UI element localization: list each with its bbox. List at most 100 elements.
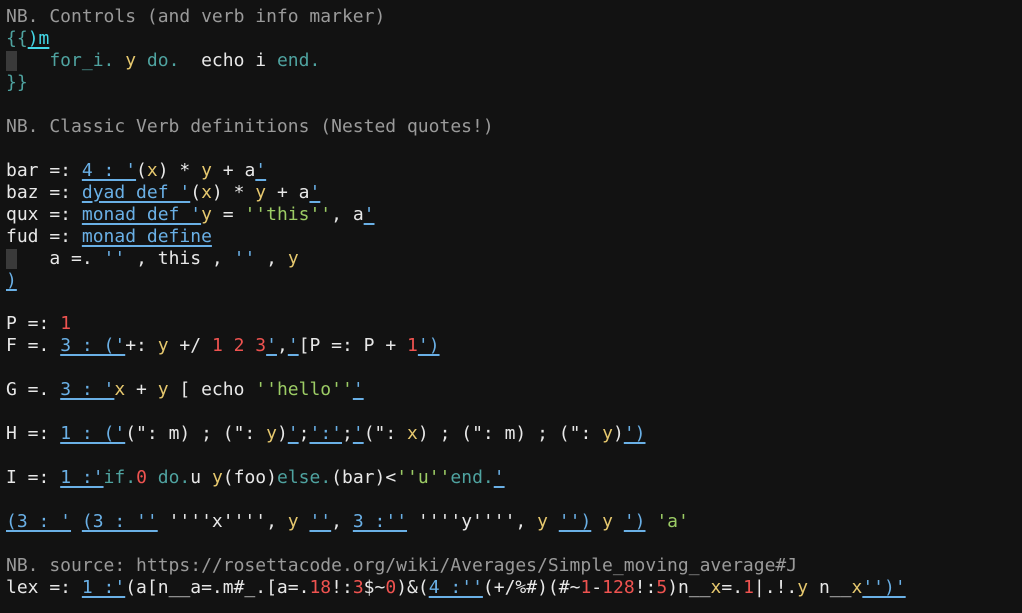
code-token: a =. [6,248,104,269]
code-token: $~ [363,577,386,598]
code-token: ''hello'' [255,379,353,400]
code-token: ( [136,160,147,181]
code-token: [ echo [168,379,256,400]
code-token: ) ; (": m) ; (": [417,423,603,444]
code-token: + [125,379,158,400]
code-token: + a [211,160,256,181]
code-token: ' [352,423,364,444]
code-token: fud =: [6,226,82,247]
code-token: )m [27,28,50,49]
code-token: |.!. [753,577,798,598]
code-token: lex =: [6,577,82,598]
code-token: y [125,50,137,71]
code-token: 128 [602,577,635,598]
code-token: ' [266,335,277,356]
code-token: {{ [6,28,28,49]
code-token: 1 :' [81,577,126,598]
code-token: 18 [309,577,332,598]
code-token: 1 [60,313,72,334]
code-token: - [591,577,603,598]
code-token: end. [450,467,494,488]
code-token: ':' [309,423,342,444]
code-token: (3 : '' [81,511,158,532]
code-token: ') [623,511,646,532]
code-token: }} [6,72,28,93]
code-editor[interactable]: NB. Controls (and verb info marker) {{)m … [0,0,1022,613]
code-token: n__ [808,577,852,598]
code-token: (3 : ' [6,511,72,532]
code-line: NB. Classic Verb definitions (Nested quo… [6,116,494,138]
code-token: =. [721,577,744,598]
code-token: G =. [6,379,61,400]
code-line: fud =: monad define [6,226,212,248]
code-line: P =: 1 [6,313,71,335]
code-token: x [407,423,418,444]
code-token: monad def ' [81,204,202,225]
code-token: )n__ [667,577,711,598]
code-token: )&( [396,577,429,598]
code-token: ) * [211,182,256,203]
code-token: y [797,577,809,598]
code-token: !: [634,577,657,598]
code-token: y [157,335,169,356]
code-token: NB. source: https://rosettacode.org/wiki… [6,555,798,576]
code-token: 1 [407,335,418,356]
code-token: (": [363,423,408,444]
code-token: + a [266,182,310,203]
code-token: 1 2 3 [211,335,267,356]
code-token: y [602,511,613,532]
code-line: qux =: monad def 'y = ''this'', a' [6,204,375,226]
code-token: 3 : ' [60,379,115,400]
code-token: 3 :'' [352,511,408,532]
code-token: 0 [385,577,397,598]
code-token: , [276,335,288,356]
code-token: , [331,511,353,532]
code-token: ' [352,379,364,400]
code-token: P =: [6,313,61,334]
code-token: '' [103,248,126,269]
code-token: '') [558,511,592,532]
code-token: NB. Classic Verb definitions (Nested quo… [6,116,494,137]
code-token: x [114,379,126,400]
code-line: bar =: 4 : '(x) * y + a' [6,160,266,182]
code-token: 0 [136,467,147,488]
code-token: dyad def ' [81,182,191,203]
code-token: y [266,423,277,444]
code-token: do. [146,467,191,488]
code-token: ''this'' [244,204,332,225]
code-token: ' [287,423,299,444]
code-line: H =: 1 : ('(": m) ; (": y)';':';'(": x) … [6,423,646,445]
code-token: qux =: [6,204,82,225]
code-token: ) [276,423,288,444]
code-token: x [851,577,863,598]
code-token: +/ [168,335,212,356]
code-token: ''''x'''', [157,511,288,532]
code-token: y [537,511,548,532]
code-token: (+/%#)(#~ [482,577,581,598]
code-line: for_i. y do. echo i end. [6,50,320,72]
code-line: lex =: 1 :'(a[n__a=.m#_.[a=.18!:3$~0)&(4… [6,577,906,599]
code-token: ' [309,182,321,203]
code-token: ') [623,423,646,444]
code-token: +: [125,335,158,356]
code-line: ) [6,270,17,292]
code-token: x [146,160,158,181]
code-token: , [255,248,288,269]
code-line: G =. 3 : 'x + y [ echo ''hello''' [6,379,364,401]
code-token: !: [331,577,353,598]
code-line: (3 : ' (3 : '' ''''x'''', y '', 3 :'' ''… [6,511,689,533]
code-token: else. [276,467,332,488]
code-token: if. [103,467,137,488]
code-token: y [201,160,212,181]
code-token: (": m) ; (": [125,423,267,444]
code-line: a =. '' , this , '' , y [6,248,298,270]
code-token: ' [493,467,505,488]
code-token: (foo) [222,467,277,488]
code-line: baz =: dyad def '(x) * y + a' [6,182,320,204]
code-token: '' [233,248,256,269]
